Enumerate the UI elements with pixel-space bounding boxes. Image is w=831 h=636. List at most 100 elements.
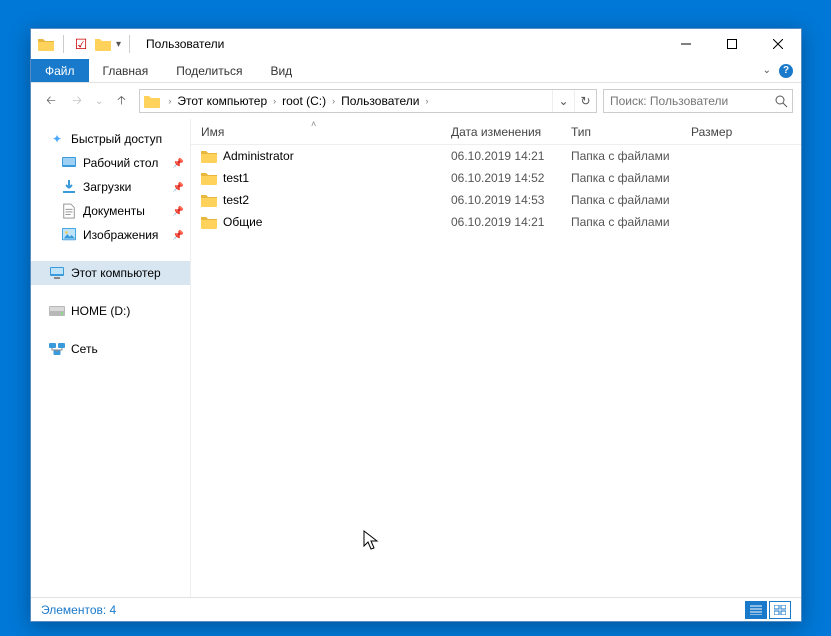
qat-separator — [63, 35, 64, 53]
titlebar-left: ☑ ▾ Пользователи — [31, 35, 224, 53]
sidebar-item-desktop[interactable]: Рабочий стол 📌 — [31, 151, 190, 175]
address-bar[interactable]: › Этот компьютер › root (C:) › Пользоват… — [139, 89, 597, 113]
file-date: 06.10.2019 14:53 — [441, 193, 561, 207]
sidebar-item-label: Рабочий стол — [83, 156, 158, 170]
content-body: ✦ Быстрый доступ Рабочий стол 📌 Загрузки… — [31, 119, 801, 597]
status-item-count: Элементов: 4 — [41, 603, 116, 617]
titlebar: ☑ ▾ Пользователи — [31, 29, 801, 59]
pin-icon: 📌 — [173, 182, 184, 193]
column-headers: Имя ˄ Дата изменения Тип Размер — [191, 119, 801, 145]
qat-dropdown-icon[interactable]: ▾ — [116, 39, 121, 50]
file-name: test2 — [223, 193, 249, 207]
breadcrumb[interactable]: root (C:) — [280, 90, 328, 112]
ribbon-right: ⌄ ? — [763, 59, 801, 82]
sidebar-item-label: Загрузки — [83, 180, 131, 194]
view-switcher — [745, 601, 791, 619]
up-button[interactable]: 🡡 — [109, 89, 133, 113]
tab-share[interactable]: Поделиться — [162, 59, 256, 82]
pin-icon: 📌 — [173, 206, 184, 217]
window-title: Пользователи — [146, 37, 224, 51]
sidebar-item-label: Этот компьютер — [71, 266, 161, 280]
minimize-button[interactable] — [663, 29, 709, 59]
address-dropdown-icon[interactable]: ⌄ — [552, 90, 574, 112]
pin-icon: 📌 — [173, 158, 184, 169]
ribbon-tabs: Файл Главная Поделиться Вид ⌄ ? — [31, 59, 801, 83]
folder-icon — [201, 148, 217, 164]
document-icon — [61, 203, 77, 219]
folder-icon — [201, 192, 217, 208]
file-name: Administrator — [223, 149, 294, 163]
sort-indicator-icon: ˄ — [311, 119, 316, 129]
file-type: Папка с файлами — [561, 215, 681, 229]
sidebar-quick-access[interactable]: ✦ Быстрый доступ — [31, 127, 190, 151]
file-name: test1 — [223, 171, 249, 185]
file-type: Папка с файлами — [561, 171, 681, 185]
chevron-right-icon[interactable]: › — [164, 96, 175, 106]
sidebar-drive-d[interactable]: HOME (D:) — [31, 299, 190, 323]
close-button[interactable] — [755, 29, 801, 59]
file-list[interactable]: Administrator06.10.2019 14:21Папка с фай… — [191, 145, 801, 597]
sidebar-network[interactable]: Сеть — [31, 337, 190, 361]
breadcrumb[interactable]: Пользователи — [339, 90, 421, 112]
table-row[interactable]: test2 06.10.2019 14:53Папка с файлами — [191, 189, 801, 211]
qat-newfolder-icon[interactable] — [94, 35, 112, 53]
navigation-pane: ✦ Быстрый доступ Рабочий стол 📌 Загрузки… — [31, 119, 191, 597]
column-size[interactable]: Размер — [681, 125, 801, 139]
network-icon — [49, 341, 65, 357]
folder-icon — [201, 214, 217, 230]
qat-properties-icon[interactable]: ☑ — [72, 35, 90, 53]
refresh-icon[interactable]: ↻ — [574, 90, 596, 112]
forward-button[interactable]: 🡢 — [65, 89, 89, 113]
pin-icon: 📌 — [173, 230, 184, 241]
pc-icon — [49, 265, 65, 281]
tab-view[interactable]: Вид — [256, 59, 306, 82]
breadcrumb[interactable]: Этот компьютер — [175, 90, 269, 112]
chevron-right-icon[interactable]: › — [421, 96, 432, 106]
sidebar-item-documents[interactable]: Документы 📌 — [31, 199, 190, 223]
file-date: 06.10.2019 14:21 — [441, 215, 561, 229]
file-tab[interactable]: Файл — [31, 59, 89, 82]
tab-home[interactable]: Главная — [89, 59, 163, 82]
sidebar-this-pc[interactable]: Этот компьютер — [31, 261, 190, 285]
search-icon[interactable] — [771, 95, 792, 108]
ribbon-expand-icon[interactable]: ⌄ — [763, 65, 771, 76]
history-dropdown-icon[interactable]: ⌄ — [91, 96, 107, 107]
address-folder-icon — [140, 94, 164, 108]
column-date[interactable]: Дата изменения — [441, 125, 561, 139]
file-list-pane: Имя ˄ Дата изменения Тип Размер Administ… — [191, 119, 801, 597]
search-input[interactable] — [604, 94, 771, 108]
back-button[interactable]: 🡠 — [39, 89, 63, 113]
star-icon: ✦ — [49, 131, 65, 147]
maximize-button[interactable] — [709, 29, 755, 59]
file-date: 06.10.2019 14:21 — [441, 149, 561, 163]
sidebar-item-label: Документы — [83, 204, 145, 218]
file-name: Общие — [223, 215, 262, 229]
window-controls — [663, 29, 801, 59]
large-icons-view-button[interactable] — [769, 601, 791, 619]
explorer-window: ☑ ▾ Пользователи Файл Главная Поделиться… — [30, 28, 802, 622]
file-type: Папка с файлами — [561, 193, 681, 207]
sidebar-item-label: Быстрый доступ — [71, 132, 162, 146]
qat-separator-2 — [129, 35, 130, 53]
status-bar: Элементов: 4 — [31, 597, 801, 621]
desktop-icon — [61, 155, 77, 171]
search-box[interactable] — [603, 89, 793, 113]
column-type[interactable]: Тип — [561, 125, 681, 139]
chevron-right-icon[interactable]: › — [328, 96, 339, 106]
help-icon[interactable]: ? — [779, 64, 793, 78]
app-folder-icon — [37, 35, 55, 53]
sidebar-item-label: Изображения — [83, 228, 158, 242]
file-type: Папка с файлами — [561, 149, 681, 163]
table-row[interactable]: Administrator 06.10.2019 14:21Папка с фай… — [191, 145, 801, 167]
sidebar-item-label: HOME (D:) — [71, 304, 130, 318]
details-view-button[interactable] — [745, 601, 767, 619]
sidebar-item-downloads[interactable]: Загрузки 📌 — [31, 175, 190, 199]
chevron-right-icon[interactable]: › — [269, 96, 280, 106]
table-row[interactable]: Общие 06.10.2019 14:21Папка с файлами — [191, 211, 801, 233]
file-date: 06.10.2019 14:52 — [441, 171, 561, 185]
table-row[interactable]: test1 06.10.2019 14:52Папка с файлами — [191, 167, 801, 189]
download-icon — [61, 179, 77, 195]
sidebar-item-pictures[interactable]: Изображения 📌 — [31, 223, 190, 247]
image-icon — [61, 227, 77, 243]
sidebar-item-label: Сеть — [71, 342, 98, 356]
